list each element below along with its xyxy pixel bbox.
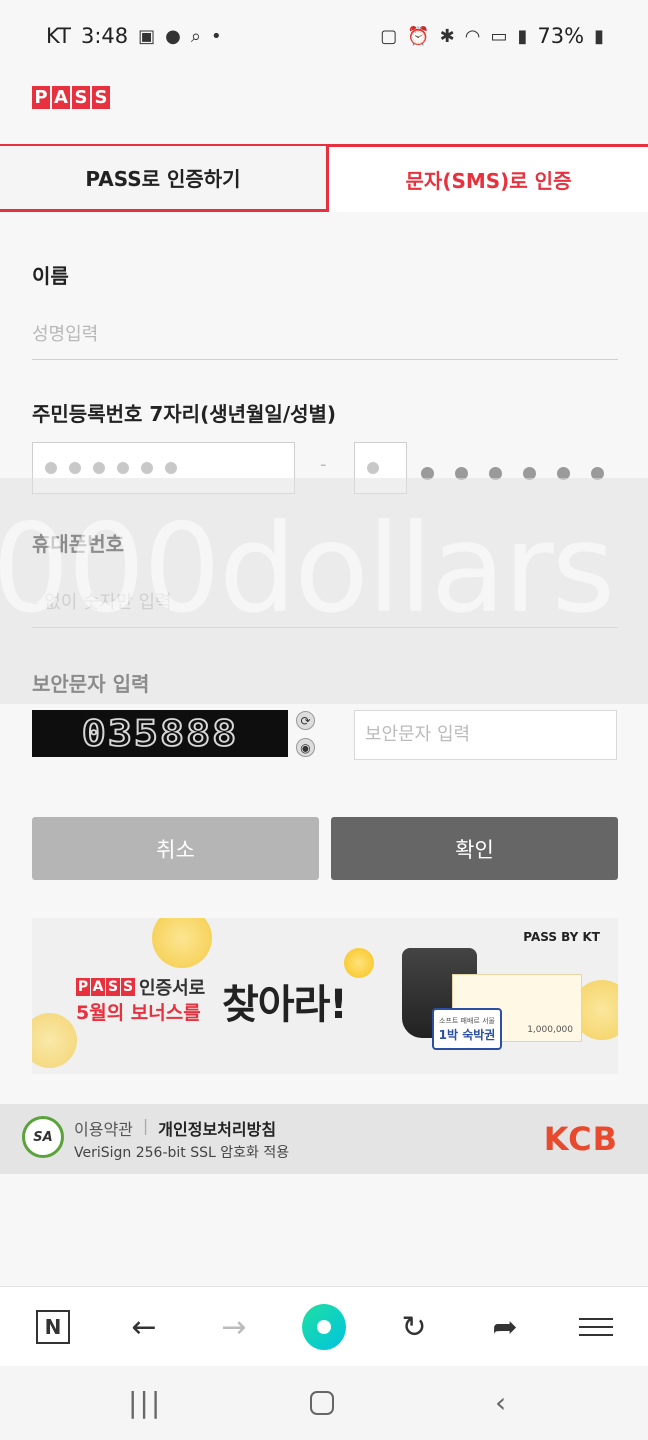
audio-icon[interactable]: ◉ bbox=[296, 738, 315, 757]
divider: | bbox=[142, 1116, 149, 1135]
signal-icon: ▮ bbox=[517, 25, 528, 47]
mask-dot bbox=[93, 462, 105, 474]
arrow-right-icon: → bbox=[221, 1309, 247, 1345]
mask-dot bbox=[141, 462, 153, 474]
home-icon[interactable] bbox=[310, 1391, 334, 1415]
name-label: 이름 bbox=[32, 264, 69, 288]
status-bar: KT 3:48 ▣ ● ⌕ • ▢ ⏰ ✱ ◠ ▭ ▮ 73% ▮ bbox=[0, 0, 648, 72]
share-icon: ➦ bbox=[492, 1309, 518, 1345]
naver-home-button[interactable]: N bbox=[31, 1305, 75, 1349]
privacy-link[interactable]: 개인정보처리방침 bbox=[158, 1116, 276, 1140]
rrn-hidden-digits bbox=[421, 467, 604, 480]
ssl-notice: VeriSign 256-bit SSL 암호화 적용 bbox=[74, 1145, 290, 1161]
hotel-voucher-tag: 소프트 패배르 서울 1박 숙박권 bbox=[432, 1008, 502, 1050]
rrn-gender-input[interactable] bbox=[354, 442, 407, 494]
reload-button[interactable]: ↻ bbox=[392, 1305, 436, 1349]
notification-dot-icon: • bbox=[210, 25, 222, 47]
tab-pass-auth[interactable]: PASS로 인증하기 bbox=[0, 144, 326, 212]
share-button[interactable]: ➦ bbox=[483, 1305, 527, 1349]
tab-sms-auth[interactable]: 문자(SMS)로 인증 bbox=[326, 144, 648, 212]
hamburger-icon bbox=[579, 1318, 613, 1336]
pass-logo: P A S S bbox=[32, 86, 110, 109]
mask-dot bbox=[45, 462, 57, 474]
menu-button[interactable] bbox=[574, 1305, 618, 1349]
naver-n-icon: N bbox=[36, 1310, 70, 1344]
clock: 3:48 bbox=[80, 24, 129, 48]
wifi-icon: ◠ bbox=[464, 25, 481, 47]
recent-apps-icon[interactable]: ||| bbox=[128, 1386, 162, 1419]
captcha-input[interactable]: 보안문자 입력 bbox=[354, 710, 617, 760]
phone-label: 휴대폰번호 bbox=[32, 532, 124, 556]
banner-line2: 5월의 보너스를 bbox=[76, 1002, 201, 1024]
hd-icon: ▭ bbox=[490, 25, 508, 47]
browser-toolbar: N ← → ↻ ➦ bbox=[0, 1286, 648, 1366]
banner-line1: PASS 인증서로 bbox=[76, 974, 205, 1000]
bluetooth-icon: ✱ bbox=[439, 25, 455, 47]
rrn-dash: - bbox=[320, 454, 327, 475]
carrier-label: KT bbox=[46, 24, 71, 48]
confirm-button[interactable]: 확인 bbox=[331, 817, 618, 880]
forward-button[interactable]: → bbox=[212, 1305, 256, 1349]
footer: SA 이용약관 | 개인정보처리방침 VeriSign 256-bit SSL … bbox=[0, 1104, 648, 1174]
auth-form: 이름 성명입력 주민등록번호 7자리(생년월일/성별) - 휴대폰번호 - 없이… bbox=[0, 212, 648, 912]
banner-pass-logo: PASS bbox=[76, 978, 135, 996]
mask-dot bbox=[165, 462, 177, 474]
coin-decoration bbox=[32, 1013, 77, 1068]
arrow-left-icon: ← bbox=[131, 1309, 157, 1345]
refresh-icon[interactable]: ⟳ bbox=[296, 711, 315, 730]
battery-percent: 73% bbox=[537, 24, 585, 48]
reload-icon: ↻ bbox=[401, 1309, 427, 1345]
security-seal-icon: SA bbox=[22, 1116, 64, 1158]
captcha-label: 보안문자 입력 bbox=[32, 672, 150, 696]
promo-banner[interactable]: PASS BY KT PASS 인증서로 5월의 보너스를 찾아라! 1,000… bbox=[32, 918, 618, 1074]
rrn-front-input[interactable] bbox=[32, 442, 295, 494]
system-nav-bar: ||| ‹ bbox=[0, 1366, 648, 1440]
banner-headline: 찾아라! bbox=[222, 982, 348, 1028]
coin-decoration bbox=[152, 918, 212, 968]
back-button[interactable]: ← bbox=[122, 1305, 166, 1349]
green-dot-icon bbox=[302, 1304, 346, 1350]
mask-dot bbox=[69, 462, 81, 474]
banner-line1-text: 인증서로 bbox=[139, 978, 206, 999]
banner-brand: PASS BY KT bbox=[523, 930, 600, 944]
gallery-icon: ▣ bbox=[138, 25, 156, 47]
name-input[interactable]: 성명입력 bbox=[32, 310, 618, 360]
green-dot-button[interactable] bbox=[302, 1304, 346, 1350]
bulb-icon: ● bbox=[165, 25, 181, 47]
coin-decoration bbox=[344, 948, 374, 978]
search-icon: ⌕ bbox=[190, 25, 201, 47]
captcha-code: 035888 bbox=[81, 712, 239, 755]
mask-dot bbox=[367, 462, 379, 474]
back-nav-icon[interactable]: ‹ bbox=[495, 1386, 506, 1419]
battery-saver-icon: ▢ bbox=[380, 25, 398, 47]
alarm-icon: ⏰ bbox=[407, 25, 430, 47]
rrn-label: 주민등록번호 7자리(생년월일/성별) bbox=[32, 402, 337, 426]
logo-bar: P A S S bbox=[0, 72, 648, 144]
battery-icon: ▮ bbox=[594, 25, 604, 47]
voucher-amount: 1,000,000 bbox=[527, 1025, 573, 1035]
terms-link[interactable]: 이용약관 bbox=[74, 1116, 133, 1140]
phone-input[interactable]: - 없이 숫자만 입력 bbox=[32, 578, 618, 628]
auth-tabs: PASS로 인증하기 문자(SMS)로 인증 bbox=[0, 144, 648, 212]
kcb-logo: KCB bbox=[543, 1120, 618, 1158]
captcha-image: 035888 bbox=[32, 710, 288, 757]
mask-dot bbox=[117, 462, 129, 474]
cancel-button[interactable]: 취소 bbox=[32, 817, 319, 880]
